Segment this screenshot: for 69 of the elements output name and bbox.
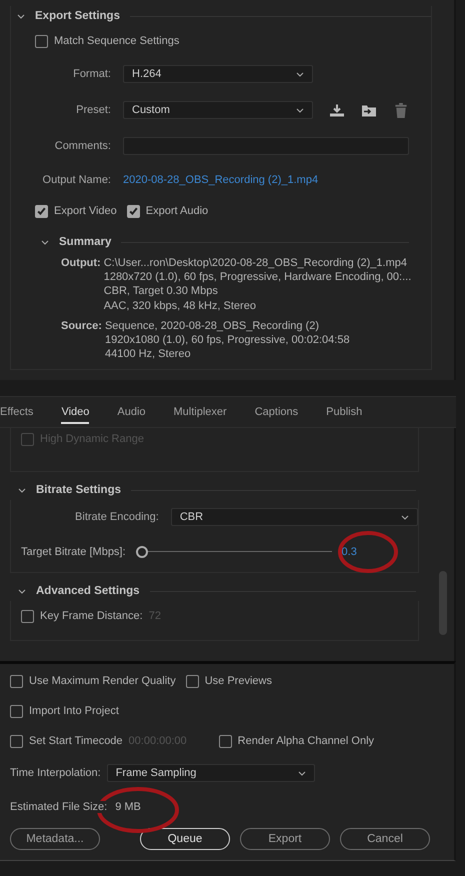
- checkbox-label: Use Maximum Render Quality: [29, 675, 176, 688]
- checkbox-label: Use Previews: [204, 675, 272, 688]
- field-label: Comments:: [54, 140, 111, 152]
- bitrate-slider[interactable]: [136, 546, 332, 558]
- section-title: Advanced Settings: [36, 585, 140, 598]
- checkbox[interactable]: [21, 610, 34, 623]
- field-label: Time Interpolation:: [10, 767, 101, 780]
- chevron-down-icon[interactable]: [296, 108, 304, 112]
- annotation-circle: [337, 530, 399, 574]
- tab[interactable]: Effects: [0, 397, 48, 428]
- import-folder-icon[interactable]: [361, 102, 377, 118]
- preset-dropdown[interactable]: Custom: [123, 101, 313, 119]
- summary-text: C:\User...ron\Desktop\2020-08-28_OBS_Recording (2)_1.mp4: [104, 256, 408, 270]
- checkbox[interactable]: [218, 734, 232, 748]
- dialog-button[interactable]: Metadata...: [10, 828, 100, 850]
- checkbox[interactable]: [35, 34, 48, 48]
- field-label: Bitrate Encoding:: [74, 511, 159, 524]
- checkbox-label: Match Sequence Settings: [54, 35, 180, 47]
- tab[interactable]: Captions: [240, 397, 312, 428]
- chevron-down-icon[interactable]: [401, 514, 409, 520]
- summary-text: 44100 Hz, Stereo: [104, 347, 192, 362]
- chevron-icon[interactable]: [18, 488, 26, 493]
- checkbox[interactable]: [35, 204, 48, 218]
- summary-label: Source:: [61, 318, 102, 334]
- checkbox[interactable]: [10, 674, 23, 688]
- checkbox[interactable]: [10, 734, 23, 748]
- checkbox-label: Export Video: [54, 205, 117, 217]
- format-dropdown[interactable]: H.264: [123, 65, 313, 83]
- summary-text: 1920x1080 (1.0), 60 fps, Progressive, 00:02:04:58: [104, 333, 350, 348]
- summary-text: Sequence, 2020-08-28_OBS_Recording (2): [104, 318, 320, 334]
- section-title: Summary: [59, 236, 112, 248]
- bitrate-value[interactable]: 0.3: [342, 546, 357, 558]
- section-title: Bitrate Settings: [36, 484, 121, 496]
- chevron-icon[interactable]: [18, 588, 26, 594]
- dialog-button[interactable]: Cancel: [340, 828, 430, 850]
- file-size-value: 9 MB: [115, 801, 141, 814]
- checkbox[interactable]: [126, 204, 140, 218]
- summary-text: CBR, Target 0.30 Mbps: [104, 284, 219, 299]
- checkbox-label: Render Alpha Channel Only: [238, 735, 374, 748]
- checkbox-label: Key Frame Distance:: [40, 610, 143, 622]
- checkbox[interactable]: [186, 674, 199, 688]
- section-title: Export Settings: [35, 10, 120, 22]
- field-label: Output Name:: [42, 174, 111, 186]
- chevron-down-icon[interactable]: [298, 770, 306, 776]
- field-label: Format:: [72, 68, 111, 80]
- checkbox[interactable]: [10, 704, 23, 718]
- summary-text: AAC, 320 kbps, 48 kHz, Stereo: [104, 298, 257, 313]
- summary-text: 1280x720 (1.0), 60 fps, Progressive, Hardware Encoding, 00:...: [104, 270, 412, 284]
- field-label: Target Bitrate [Mbps]:: [21, 546, 126, 558]
- bitrate-encoding-dropdown[interactable]: CBR: [170, 508, 418, 526]
- dialog-button[interactable]: Queue: [140, 828, 230, 850]
- trash-icon[interactable]: [393, 102, 409, 118]
- time-interpolation-dropdown[interactable]: Frame Sampling: [106, 764, 315, 782]
- dialog-button[interactable]: Export: [240, 828, 330, 850]
- chevron-icon[interactable]: [17, 14, 25, 18]
- tab[interactable]: Multiplexer: [160, 397, 241, 428]
- tab[interactable]: Publish: [312, 397, 376, 428]
- checkbox-label: Import Into Project: [29, 705, 119, 718]
- tab[interactable]: Audio: [103, 397, 160, 428]
- output-name-link[interactable]: 2020-08-28_OBS_Recording (2)_1.mp4: [123, 174, 318, 186]
- checkbox-label: Export Audio: [146, 205, 208, 217]
- summary-label: Output:: [61, 256, 101, 271]
- field-label: Preset:: [75, 104, 111, 116]
- download-icon[interactable]: [329, 102, 345, 118]
- checkbox-label: Set Start Timecode: [29, 735, 123, 748]
- scrollbar-thumb[interactable]: [439, 571, 447, 636]
- chevron-down-icon[interactable]: [296, 72, 304, 76]
- field-label: Estimated File Size:: [10, 801, 110, 814]
- chevron-icon[interactable]: [41, 240, 49, 244]
